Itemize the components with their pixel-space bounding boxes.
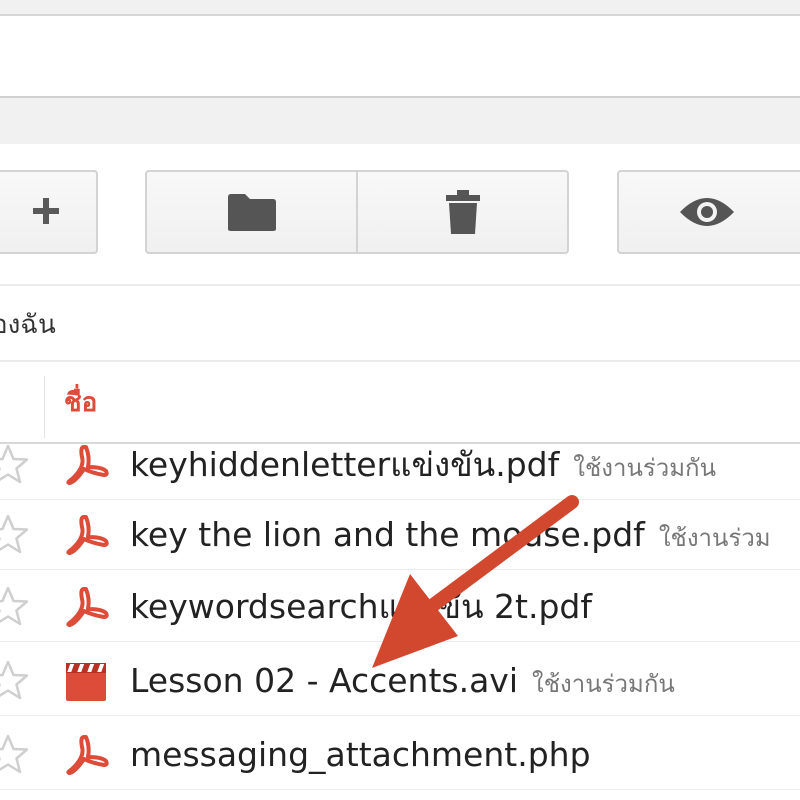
- name-column-header[interactable]: ชื่อ: [64, 378, 97, 428]
- video-icon: [66, 663, 106, 701]
- file-row[interactable]: key the lion and the mouse.pdf ใช้งานร่วม: [0, 500, 800, 570]
- breadcrumb-divider: [0, 360, 800, 362]
- top-bar: [0, 0, 800, 16]
- folder-icon: [227, 194, 276, 231]
- drive-file-list-screenshot: องฉัน ชื่อ keyhiddenletterแข่งขัน.pdf ใช้…: [0, 0, 800, 800]
- add-icon: [33, 198, 59, 224]
- file-name[interactable]: keywordsearchแข่งขัน 2t.pdf: [130, 572, 592, 642]
- star-icon[interactable]: [0, 733, 30, 777]
- move-to-folder-button[interactable]: [145, 170, 358, 254]
- file-name-text[interactable]: key the lion and the mouse.pdf: [130, 515, 645, 554]
- file-row[interactable]: messaging_attachment.php: [0, 720, 800, 790]
- eye-icon: [680, 198, 734, 226]
- file-row[interactable]: keyhiddenletterแข่งขัน.pdf ใช้งานร่วมกัน: [0, 430, 800, 500]
- row-divider: [0, 715, 800, 716]
- toolbar-band: [0, 96, 800, 144]
- star-icon[interactable]: [0, 659, 30, 703]
- file-name-text[interactable]: keywordsearchแข่งขัน 2t.pdf: [130, 587, 592, 626]
- trash-icon: [445, 190, 480, 234]
- delete-button[interactable]: [356, 170, 569, 254]
- pdf-icon: [66, 587, 109, 627]
- breadcrumb[interactable]: องฉัน: [0, 300, 56, 350]
- row-divider: [0, 569, 800, 570]
- file-name[interactable]: key the lion and the mouse.pdf ใช้งานร่วม: [130, 500, 771, 570]
- shared-label: ใช้งานร่วมกัน: [573, 454, 716, 482]
- column-divider: [44, 376, 45, 438]
- pdf-icon: [66, 445, 109, 485]
- row-divider: [0, 641, 800, 642]
- file-name-text[interactable]: messaging_attachment.php: [130, 735, 591, 774]
- file-row[interactable]: Lesson 02 - Accents.avi ใช้งานร่วมกัน: [0, 646, 800, 716]
- row-divider: [0, 789, 800, 790]
- preview-button[interactable]: [617, 170, 800, 254]
- shared-label: ใช้งานร่วมกัน: [532, 670, 675, 698]
- top-panel: [0, 16, 800, 96]
- file-name-text[interactable]: Lesson 02 - Accents.avi: [130, 661, 518, 700]
- file-name[interactable]: keyhiddenletterแข่งขัน.pdf ใช้งานร่วมกัน: [130, 430, 716, 500]
- star-icon[interactable]: [0, 585, 30, 629]
- file-name[interactable]: Lesson 02 - Accents.avi ใช้งานร่วมกัน: [130, 646, 675, 716]
- file-name-text[interactable]: keyhiddenletterแข่งขัน.pdf: [130, 445, 559, 484]
- new-button[interactable]: [0, 170, 98, 254]
- shared-label: ใช้งานร่วม: [658, 524, 771, 552]
- toolbar-divider: [0, 284, 800, 286]
- pdf-icon: [66, 735, 109, 775]
- file-row[interactable]: keywordsearchแข่งขัน 2t.pdf: [0, 572, 800, 642]
- star-icon[interactable]: [0, 513, 30, 557]
- file-name[interactable]: messaging_attachment.php: [130, 720, 591, 790]
- pdf-icon: [66, 515, 109, 555]
- star-icon[interactable]: [0, 443, 30, 487]
